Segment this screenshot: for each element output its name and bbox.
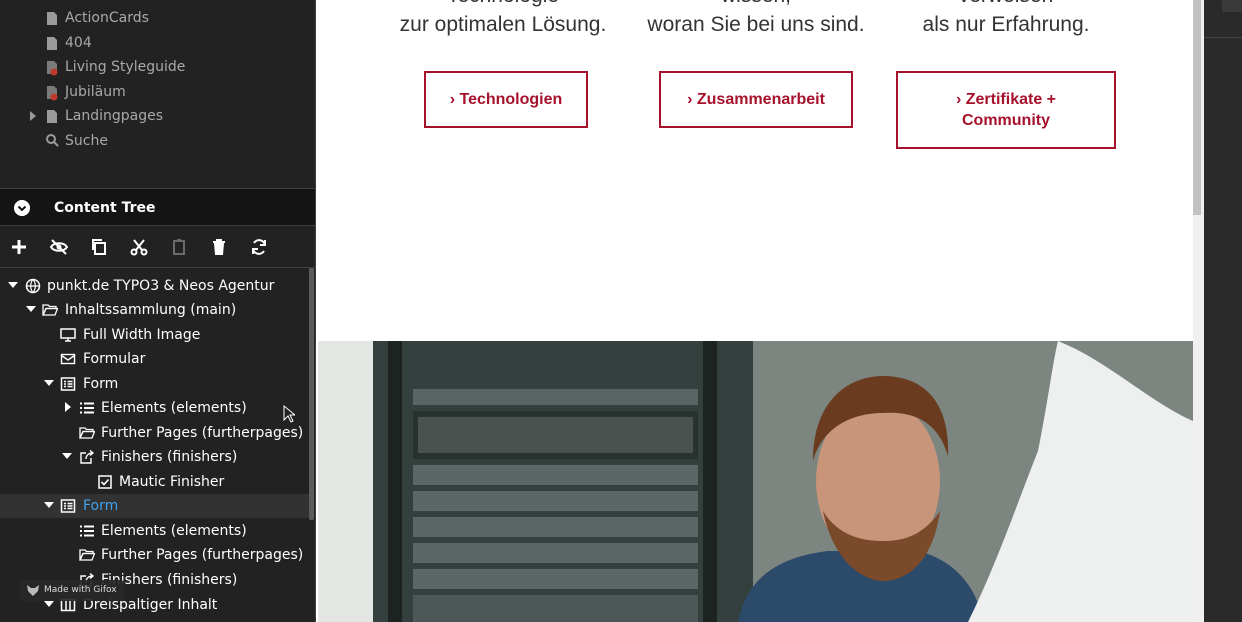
tree-node-label: Full Width Image [83, 327, 201, 343]
caret-down-icon[interactable] [44, 601, 54, 607]
envelope-icon [60, 353, 76, 365]
copy-icon[interactable] [89, 237, 109, 257]
tree-node[interactable]: Inhaltssammlung (main) [0, 298, 310, 322]
list-alt-icon [60, 377, 76, 391]
mouse-cursor-icon [283, 405, 295, 423]
column-text-line: Technologie [383, 0, 623, 9]
desktop-icon [60, 328, 76, 342]
caret-down-icon[interactable] [44, 380, 54, 386]
tree-node[interactable]: Mautic Finisher [0, 470, 310, 494]
list-icon [80, 525, 94, 537]
technologien-button[interactable]: › Technologien [424, 71, 588, 128]
gifox-watermark: Made with Gifox [20, 580, 124, 601]
refresh-icon[interactable] [249, 237, 269, 257]
search-icon [46, 134, 59, 147]
tree-node[interactable]: Further Pages (furtherpages) [0, 421, 310, 445]
paste-icon[interactable] [169, 237, 189, 257]
doc-node-actioncards[interactable]: ActionCards [0, 6, 316, 30]
file-icon [47, 110, 57, 123]
share-square-icon [80, 449, 95, 464]
list-alt-icon [60, 499, 76, 513]
inspector-panel-edge [1204, 0, 1242, 622]
fox-logo-icon [27, 585, 39, 596]
column-text-line: wissen, [636, 0, 876, 9]
tree-node-label: Formular [83, 351, 146, 367]
divider [1204, 37, 1242, 38]
delete-icon[interactable] [209, 237, 229, 257]
caret-down-icon[interactable] [62, 453, 72, 459]
doc-node-jubilaeum[interactable]: Jubiläum [0, 80, 316, 104]
column-text-line: verweisen [886, 0, 1126, 9]
tree-node[interactable]: Further Pages (furtherpages) [0, 543, 310, 567]
tree-node-label: punkt.de TYPO3 & Neos Agentur [47, 278, 275, 294]
doc-node-suche[interactable]: Suche [0, 129, 316, 153]
tree-node[interactable]: Elements (elements) [0, 396, 310, 420]
column-text-line: als nur Erfahrung. [922, 13, 1090, 36]
file-icon [47, 12, 57, 25]
tree-node-label: Further Pages (furtherpages) [101, 425, 304, 441]
content-tree-header[interactable]: Content Tree [0, 188, 316, 226]
file-hidden-icon [47, 61, 58, 76]
globe-icon [25, 278, 41, 294]
page-preview: Technologie zur optimalen Lösung. wissen… [316, 0, 1193, 622]
content-tree-title: Content Tree [54, 200, 156, 216]
zertifikate-community-button[interactable]: › Zertifikate + Community [896, 71, 1116, 149]
tree-node-label: Inhaltssammlung (main) [65, 302, 237, 318]
caret-down-icon[interactable] [8, 282, 18, 288]
zusammenarbeit-button[interactable]: › Zusammenarbeit [659, 71, 853, 128]
doc-node-living-styleguide[interactable]: Living Styleguide [0, 55, 316, 79]
caret-right-icon[interactable] [29, 104, 37, 128]
doc-node-label: Suche [65, 133, 108, 149]
tree-node-label: Elements (elements) [101, 400, 247, 416]
doc-node-label: Landingpages [65, 108, 164, 124]
check-square-icon [98, 475, 112, 489]
watermark-text: Made with Gifox [44, 585, 117, 595]
tree-node-label: Form [83, 376, 119, 392]
content-tree: punkt.de TYPO3 & Neos Agentur Inhaltssam… [0, 274, 316, 622]
tree-node-active[interactable]: Form [0, 494, 310, 518]
column-text-line: zur optimalen Lösung. [399, 13, 607, 36]
caret-right-icon[interactable] [65, 402, 71, 412]
inspector-tab[interactable] [1222, 0, 1242, 12]
doc-node-404[interactable]: 404 [0, 31, 316, 55]
folder-open-icon [79, 549, 95, 561]
content-tree-scrollbar[interactable] [309, 268, 314, 520]
add-icon[interactable] [9, 237, 29, 257]
tree-node-label: Further Pages (furtherpages) [101, 547, 304, 563]
column-text-line: woran Sie bei uns sind. [647, 13, 865, 36]
tree-node-label: Elements (elements) [101, 523, 247, 539]
doc-node-label: ActionCards [65, 10, 149, 26]
neos-sidebar: ActionCards 404 Living Styleguide Jubilä… [0, 0, 316, 622]
tree-node[interactable]: Elements (elements) [0, 519, 310, 543]
hide-icon[interactable] [49, 237, 69, 257]
doc-node-label: Jubiläum [65, 84, 126, 100]
list-icon [80, 402, 94, 414]
caret-down-icon[interactable] [26, 306, 36, 312]
tree-node[interactable]: Formular [0, 347, 310, 371]
document-tree: ActionCards 404 Living Styleguide Jubilä… [0, 0, 316, 188]
chevron-down-icon[interactable] [14, 200, 30, 216]
tree-node-label: Mautic Finisher [119, 474, 225, 490]
cut-icon[interactable] [129, 237, 149, 257]
tree-node[interactable]: punkt.de TYPO3 & Neos Agentur [0, 274, 310, 298]
tree-node-label: Finishers (finishers) [101, 449, 238, 465]
hero-image [318, 341, 1193, 622]
folder-open-icon [42, 304, 58, 316]
tree-node[interactable]: Form [0, 372, 310, 396]
file-icon [47, 37, 57, 50]
content-tree-toolbar [0, 227, 316, 268]
file-hidden-icon [47, 86, 58, 101]
doc-node-landingpages[interactable]: Landingpages [0, 104, 316, 128]
tree-node[interactable]: Finishers (finishers) [0, 445, 310, 469]
caret-down-icon[interactable] [44, 502, 54, 508]
tree-node-label: Form [83, 498, 119, 514]
preview-scrollbar-thumb[interactable] [1193, 0, 1201, 215]
folder-open-icon [79, 427, 95, 439]
tree-node[interactable]: Full Width Image [0, 323, 310, 347]
doc-node-label: Living Styleguide [65, 59, 186, 75]
doc-node-label: 404 [65, 35, 92, 51]
